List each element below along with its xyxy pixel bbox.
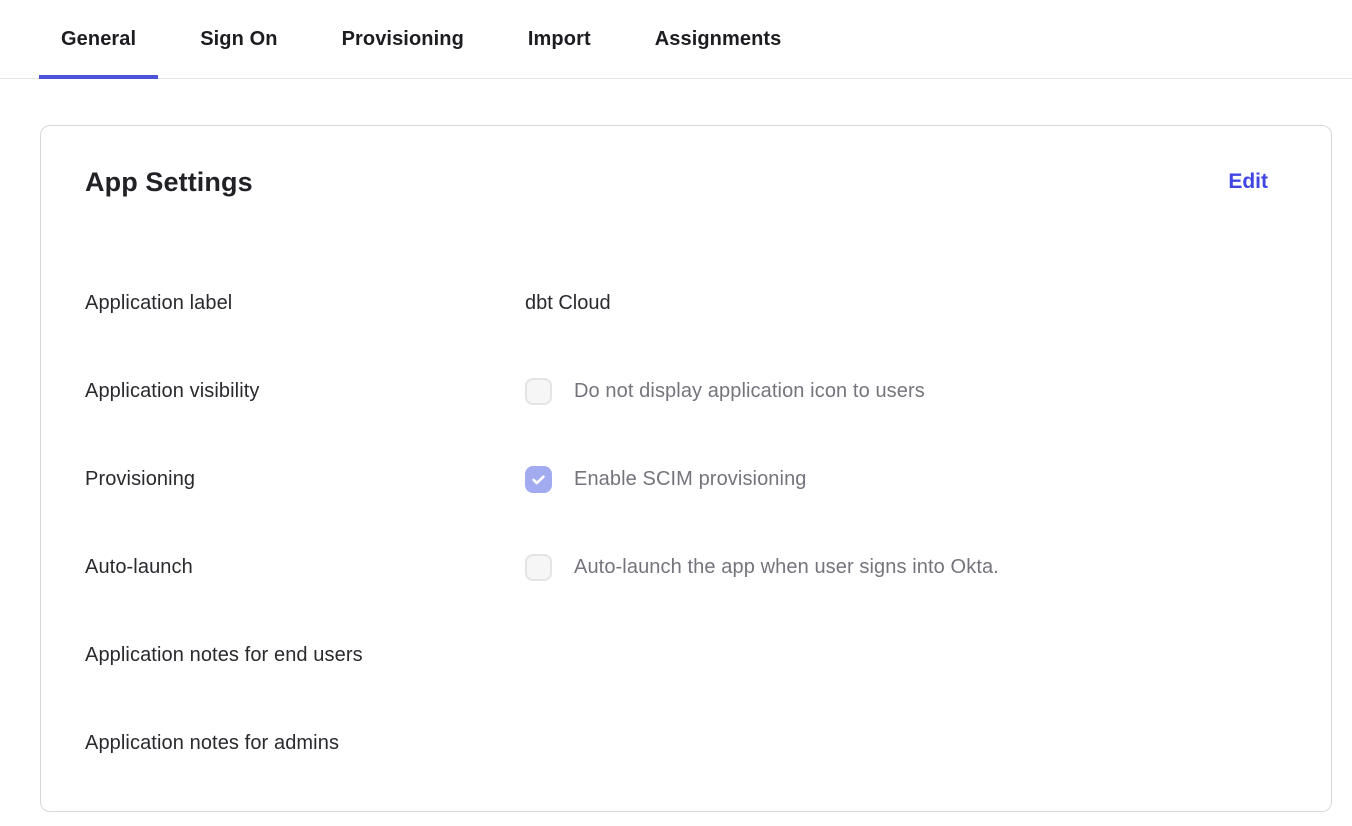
- tab-provisioning[interactable]: Provisioning: [320, 0, 486, 78]
- app-settings-card: App Settings Edit Application label dbt …: [40, 125, 1332, 812]
- field-label: Provisioning: [85, 468, 525, 491]
- auto-launch-checkbox-label: Auto-launch the app when user signs into…: [574, 556, 999, 579]
- row-notes-end-users: Application notes for end users: [85, 642, 1287, 669]
- row-application-visibility: Application visibility Do not display ap…: [85, 378, 1287, 405]
- scim-provisioning-checkbox-label: Enable SCIM provisioning: [574, 468, 807, 491]
- visibility-checkbox[interactable]: [525, 378, 552, 405]
- scim-provisioning-checkbox[interactable]: [525, 466, 552, 493]
- row-application-label: Application label dbt Cloud: [85, 290, 1287, 317]
- application-label-value: dbt Cloud: [525, 292, 611, 315]
- settings-rows: Application label dbt Cloud Application …: [85, 290, 1287, 757]
- field-label: Application notes for end users: [85, 644, 525, 667]
- app-tab-bar: General Sign On Provisioning Import Assi…: [0, 0, 1352, 79]
- auto-launch-checkbox[interactable]: [525, 554, 552, 581]
- provisioning-check-group: Enable SCIM provisioning: [525, 466, 807, 493]
- field-label: Application label: [85, 292, 525, 315]
- card-title: App Settings: [85, 167, 253, 198]
- tab-import[interactable]: Import: [506, 0, 613, 78]
- row-auto-launch: Auto-launch Auto-launch the app when use…: [85, 554, 1287, 581]
- visibility-checkbox-label: Do not display application icon to users: [574, 380, 925, 403]
- tab-sign-on[interactable]: Sign On: [178, 0, 299, 78]
- edit-button[interactable]: Edit: [1228, 170, 1268, 194]
- field-label: Auto-launch: [85, 556, 525, 579]
- card-header: App Settings Edit: [85, 164, 1287, 200]
- tab-general[interactable]: General: [39, 0, 158, 78]
- auto-launch-check-group: Auto-launch the app when user signs into…: [525, 554, 999, 581]
- visibility-check-group: Do not display application icon to users: [525, 378, 925, 405]
- field-label: Application visibility: [85, 380, 525, 403]
- tab-assignments[interactable]: Assignments: [633, 0, 804, 78]
- checkmark-icon: [530, 471, 547, 488]
- field-label: Application notes for admins: [85, 732, 525, 755]
- row-provisioning: Provisioning Enable SCIM provisioning: [85, 466, 1287, 493]
- row-notes-admins: Application notes for admins: [85, 730, 1287, 757]
